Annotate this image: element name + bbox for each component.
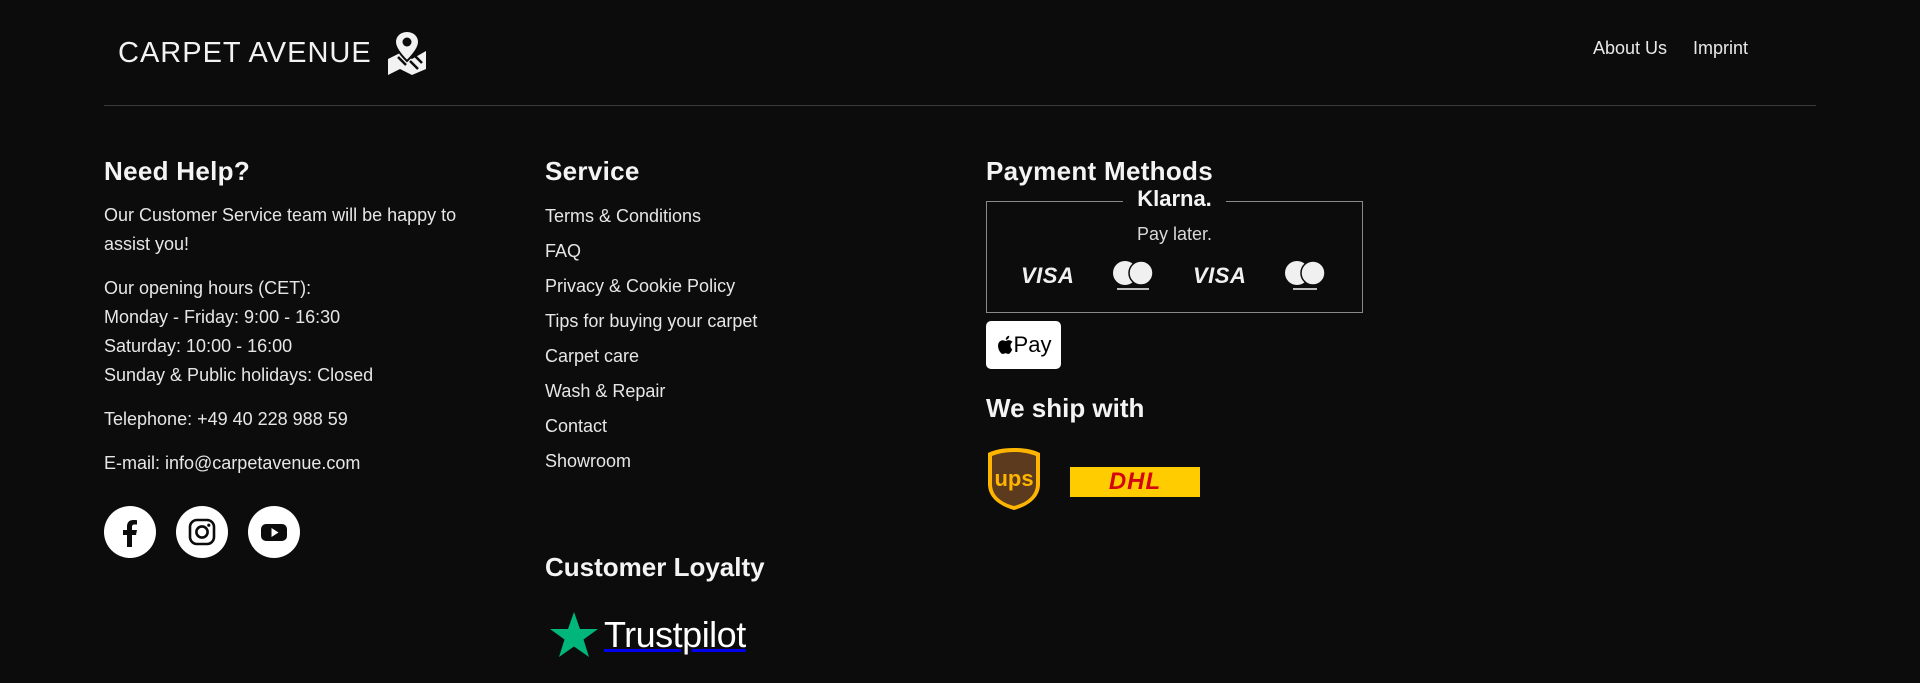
instagram-icon [188,518,216,546]
apple-icon [997,335,1013,354]
brand-name: CARPET AVENUE [118,36,372,69]
youtube-icon [261,524,287,541]
service-section: Service Terms & Conditions FAQ Privacy &… [545,156,945,481]
svg-text:ups: ups [994,466,1033,491]
tips-link[interactable]: Tips for buying your carpet [545,311,757,331]
faq-link[interactable]: FAQ [545,241,581,261]
youtube-link[interactable] [248,506,300,558]
about-us-link[interactable]: About Us [1593,38,1667,59]
apple-pay-label: Pay [1013,332,1052,357]
footer-top-bar: CARPET AVENUE About Us Imprint [0,0,1920,106]
trustpilot-label: Trustpilot [604,614,746,655]
imprint-link[interactable]: Imprint [1693,38,1748,59]
opening-hours-title: Our opening hours (CET): [104,278,312,298]
privacy-link[interactable]: Privacy & Cookie Policy [545,276,735,296]
star-icon [550,612,598,657]
visa-electron-icon: VISA [1193,263,1247,288]
mastercard-icon [1113,260,1154,290]
customer-loyalty-title: Customer Loyalty [545,552,765,582]
terms-link[interactable]: Terms & Conditions [545,206,701,226]
help-section: Need Help? Our Customer Service team wil… [104,156,504,558]
telephone[interactable]: Telephone: +49 40 228 988 59 [104,405,504,434]
help-intro: Our Customer Service team will be happy … [104,205,457,254]
hours-saturday: Saturday: 10:00 - 16:00 [104,336,293,356]
ups-shield-icon: ups [988,448,1040,510]
brand-logo[interactable]: CARPET AVENUE [118,28,430,78]
ups-logo: ups [986,446,1042,517]
facebook-icon [123,520,137,547]
shipping-title: We ship with [986,393,1145,423]
apple-pay-badge: Pay [986,321,1061,369]
hours-weekdays: Monday - Friday: 9:00 - 16:30 [104,307,341,327]
pay-later-text: Pay later. [1136,224,1213,244]
hours-sunday: Sunday & Public holidays: Closed [104,365,374,385]
service-title: Service [545,156,640,186]
footer-divider [104,105,1816,106]
dhl-label: DHL [1108,467,1162,495]
top-nav: About Us Imprint [1593,38,1748,59]
maestro-icon [1285,260,1326,290]
showroom-link[interactable]: Showroom [545,451,631,471]
trustpilot-logo[interactable]: Trustpilot [548,610,746,660]
visa-icon: VISA [1021,263,1075,288]
contact-link[interactable]: Contact [545,416,607,436]
service-links: Terms & Conditions FAQ Privacy & Cookie … [545,197,945,481]
social-links [104,506,504,558]
map-pin-icon [387,29,426,75]
instagram-link[interactable] [176,506,228,558]
carpet-care-link[interactable]: Carpet care [545,346,639,366]
payment-section: Payment Methods Klarna. Pay later. VISA … [986,156,1386,517]
facebook-link[interactable] [104,506,156,558]
klarna-logo: Klarna. [987,186,1362,212]
card-logos: VISA VISA [1021,258,1331,294]
email[interactable]: E-mail: info@carpetavenue.com [104,449,504,478]
carrier-logos: ups DHL [986,446,1386,517]
payment-title: Payment Methods [986,156,1213,186]
help-title: Need Help? [104,156,251,186]
wash-repair-link[interactable]: Wash & Repair [545,381,665,401]
klarna-box: Klarna. Pay later. VISA VISA [986,186,1363,313]
dhl-logo: DHL [1070,466,1200,497]
